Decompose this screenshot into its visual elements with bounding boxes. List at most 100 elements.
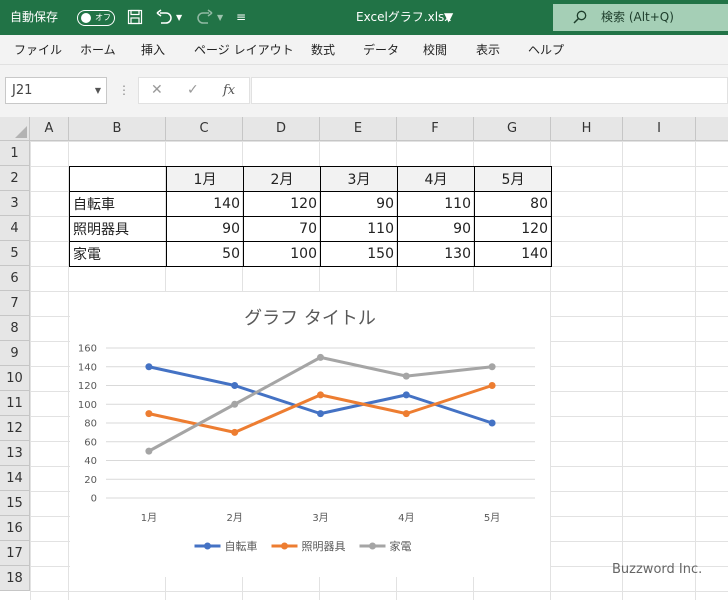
table-cell[interactable] [69,166,167,192]
tab-data[interactable]: データ [363,35,399,65]
row-label-cell[interactable]: 自転車 [69,191,167,217]
line-chart[interactable]: グラフ タイトル 0 20 40 60 80 100 120 140 160 1月 2月 3月 4月 5月… [70,292,550,577]
enter-icon[interactable]: ✓ [187,78,199,103]
customize-toolbar-icon[interactable]: ≡ [236,0,246,35]
tab-formulas[interactable]: 数式 [311,35,335,65]
select-all-button[interactable] [0,117,30,141]
column-header[interactable]: B [69,117,166,141]
column-header[interactable]: G [474,117,551,141]
tab-help[interactable]: ヘルプ [528,35,564,65]
row-header[interactable]: 7 [0,291,30,316]
table-cell[interactable]: 140 [166,191,244,217]
column-header[interactable] [696,117,728,141]
row-header[interactable]: 2 [0,166,30,191]
column-header[interactable]: A [30,117,69,141]
table-cell[interactable]: 90 [320,191,398,217]
column-header[interactable]: I [623,117,696,141]
legend-label: 自転車 [225,539,258,553]
table-cell[interactable]: 70 [243,216,321,242]
legend-marker [204,542,211,550]
document-title[interactable]: Excelグラフ.xlsx [356,0,451,35]
y-tick-label: 80 [84,419,97,430]
search-icon [573,10,587,24]
table-cell[interactable]: 110 [397,191,475,217]
column-header[interactable]: C [166,117,243,141]
redo-dropdown-icon[interactable]: ▼ [217,0,223,35]
row-label-cell[interactable]: 照明器具 [69,216,167,242]
row-header[interactable]: 15 [0,491,30,516]
undo-dropdown-icon[interactable]: ▼ [176,0,182,35]
name-box[interactable]: J21 ▼ [5,77,107,104]
column-header[interactable]: F [397,117,474,141]
table-header-cell[interactable]: 4月 [397,166,475,192]
row-header[interactable]: 8 [0,316,30,341]
row-header[interactable]: 18 [0,566,30,591]
table-header-row: 1月 2月 3月 4月 5月 [69,166,552,192]
row-header[interactable]: 3 [0,191,30,216]
table-header-cell[interactable]: 1月 [166,166,244,192]
cancel-icon[interactable]: ✕ [151,78,163,103]
row-header[interactable]: 13 [0,441,30,466]
tab-view[interactable]: 表示 [476,35,500,65]
legend-marker [369,542,376,550]
row-header[interactable]: 17 [0,541,30,566]
data-point [402,372,410,380]
tab-file[interactable]: ファイル [14,35,62,65]
tab-home[interactable]: ホーム [80,35,116,65]
tab-review[interactable]: 校閲 [423,35,447,65]
data-point [488,419,496,427]
tab-page-layout[interactable]: ページ レイアウト [194,35,294,65]
table-cell[interactable]: 90 [166,216,244,242]
table-cell[interactable]: 120 [474,216,552,242]
row-header[interactable]: 1 [0,141,30,166]
table-cell[interactable]: 100 [243,241,321,267]
row-header[interactable]: 4 [0,216,30,241]
table-header-cell[interactable]: 2月 [243,166,321,192]
row-header[interactable]: 6 [0,266,30,291]
chevron-down-icon[interactable]: ▼ [95,78,101,103]
formula-input[interactable] [251,77,728,104]
row-header[interactable]: 5 [0,241,30,266]
table-row: 自転車 140 120 90 110 80 [69,191,552,217]
redo-icon[interactable] [196,9,214,25]
table-cell[interactable]: 50 [166,241,244,267]
row-header[interactable]: 12 [0,416,30,441]
table-header-cell[interactable]: 3月 [320,166,398,192]
table-header-cell[interactable]: 5月 [474,166,552,192]
chevron-down-icon[interactable]: ▼ [444,0,453,35]
row-header[interactable]: 16 [0,516,30,541]
row-header[interactable]: 10 [0,366,30,391]
row-header[interactable]: 11 [0,391,30,416]
column-header[interactable]: D [243,117,320,141]
table-row: 照明器具 90 70 110 90 120 [69,216,552,242]
column-header[interactable]: H [551,117,623,141]
undo-icon[interactable] [155,9,173,25]
table-cell[interactable]: 130 [397,241,475,267]
table-cell[interactable]: 80 [474,191,552,217]
data-point [231,428,239,436]
toggle-knob [81,13,91,23]
table-cell[interactable]: 120 [243,191,321,217]
more-options-icon[interactable]: ⋮ [118,77,130,104]
table-cell[interactable]: 110 [320,216,398,242]
tab-insert[interactable]: 挿入 [141,35,165,65]
name-box-value: J21 [12,83,33,98]
table-cell[interactable]: 150 [320,241,398,267]
table-cell[interactable]: 90 [397,216,475,242]
formula-buttons: ✕ ✓ fx [138,77,250,104]
row-header[interactable]: 9 [0,341,30,366]
formula-bar: J21 ▼ ⋮ ✕ ✓ fx [0,65,728,119]
x-tick-label: 4月 [398,512,414,524]
table-cell[interactable]: 140 [474,241,552,267]
row-label-cell[interactable]: 家電 [69,241,167,267]
save-icon[interactable] [127,9,143,25]
legend-label: 家電 [390,539,412,553]
search-box[interactable]: 検索 (Alt+Q) [553,4,728,31]
row-header[interactable]: 14 [0,466,30,491]
search-placeholder: 検索 (Alt+Q) [601,10,674,24]
autosave-toggle[interactable]: オフ [77,10,115,26]
y-tick-label: 100 [78,400,97,411]
column-header[interactable]: E [320,117,397,141]
insert-function-icon[interactable]: fx [223,78,235,103]
data-table[interactable]: 1月 2月 3月 4月 5月 自転車 140 120 90 110 80 照明器… [69,166,552,267]
